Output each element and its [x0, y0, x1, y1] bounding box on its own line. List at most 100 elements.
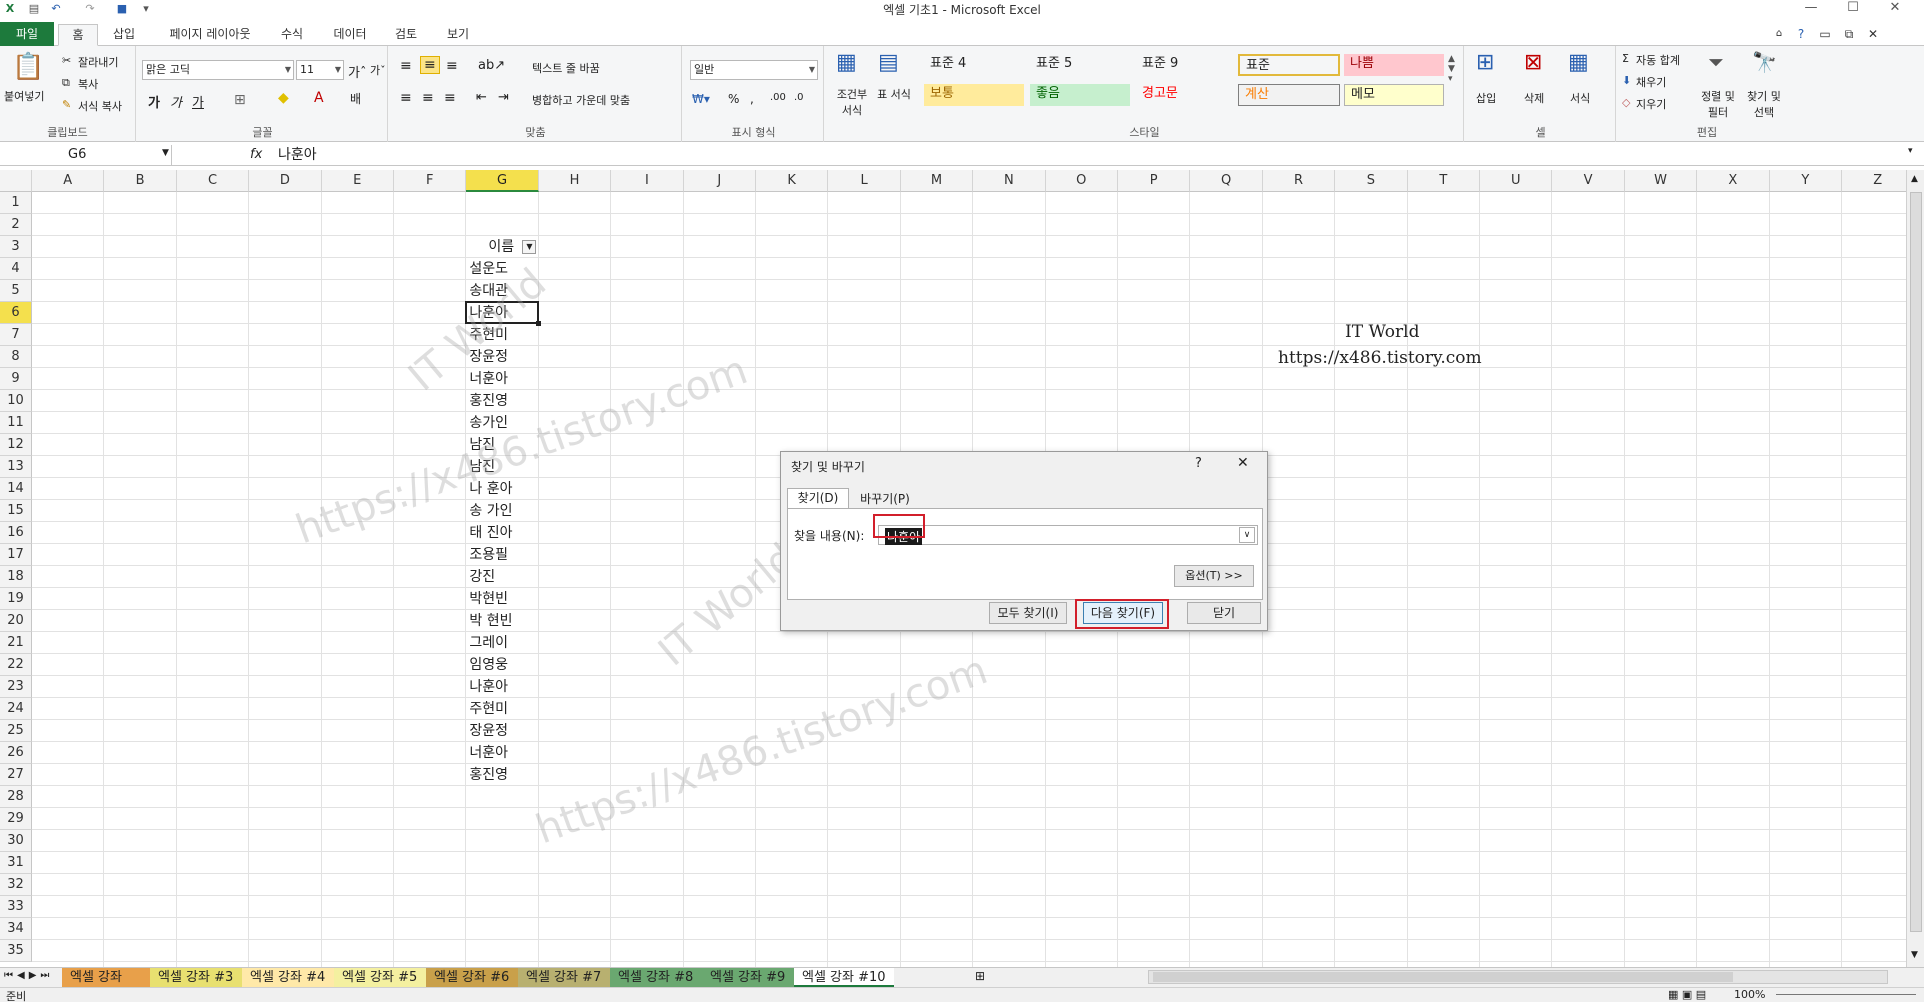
- decrease-indent-icon[interactable]: ⇤: [476, 90, 487, 105]
- column-header-j[interactable]: J: [683, 170, 756, 192]
- sheet-tab[interactable]: 엑셀 강좌 #3: [150, 968, 242, 987]
- fill-icon[interactable]: ⬇: [1622, 74, 1631, 87]
- find-select-icon[interactable]: 🔭: [1752, 50, 1777, 74]
- bold-button[interactable]: 가: [148, 92, 160, 111]
- row-header-11[interactable]: 11: [0, 412, 32, 434]
- cell-name[interactable]: 조용필: [466, 544, 538, 566]
- row-header-8[interactable]: 8: [0, 346, 32, 368]
- increase-indent-icon[interactable]: ⇥: [498, 90, 509, 105]
- styles-scroll-icon[interactable]: ▲ ▼ ▾: [1448, 54, 1455, 84]
- column-header-r[interactable]: R: [1262, 170, 1336, 192]
- column-header-k[interactable]: K: [756, 170, 829, 192]
- autosum-button[interactable]: 자동 합계: [1636, 52, 1680, 68]
- column-header-d[interactable]: D: [249, 170, 322, 192]
- doc-restore-icon[interactable]: ⧉: [1840, 24, 1858, 46]
- row-header-31[interactable]: 31: [0, 852, 32, 874]
- column-header-h[interactable]: H: [538, 170, 612, 192]
- number-format-combo[interactable]: 일반 ▼: [690, 60, 818, 80]
- wrap-text-button[interactable]: 텍스트 줄 바꿈: [532, 60, 600, 76]
- chevron-down-icon[interactable]: ▼: [162, 148, 169, 158]
- row-header-25[interactable]: 25: [0, 720, 32, 742]
- tab-review[interactable]: 검토: [388, 24, 424, 46]
- cell-name[interactable]: 임영웅: [466, 654, 538, 676]
- ribbon-collapse-icon[interactable]: ⌂: [1770, 24, 1788, 46]
- clear-icon[interactable]: ◇: [1622, 96, 1630, 109]
- sheet-nav-icon[interactable]: ⏮◀▶⏭: [4, 970, 53, 981]
- row-header-34[interactable]: 34: [0, 918, 32, 940]
- sheet-tab[interactable]: 엑셀 강좌 #6: [426, 968, 518, 987]
- insert-cells-icon[interactable]: ⊞: [1476, 50, 1494, 75]
- row-header-14[interactable]: 14: [0, 478, 32, 500]
- font-name-combo[interactable]: 맑은 고딕 ▼: [142, 60, 294, 80]
- copy-icon[interactable]: ⧉: [62, 76, 70, 90]
- cell-name[interactable]: 나훈아: [466, 676, 538, 698]
- paste-button[interactable]: 붙여넣기: [4, 88, 44, 104]
- cell-name[interactable]: 주현미: [466, 698, 538, 720]
- horizontal-scroll-thumb[interactable]: [1153, 972, 1733, 982]
- find-all-button[interactable]: 모두 찾기(I): [989, 602, 1067, 624]
- find-next-button[interactable]: 다음 찾기(F): [1083, 602, 1163, 624]
- shrink-font-icon[interactable]: 가ˇ: [370, 62, 386, 78]
- font-size-combo[interactable]: 11 ▼: [296, 60, 344, 80]
- row-header-19[interactable]: 19: [0, 588, 32, 610]
- row-header-20[interactable]: 20: [0, 610, 32, 632]
- autosum-icon[interactable]: Σ: [1622, 52, 1629, 65]
- minimize-icon[interactable]: —: [1796, 0, 1826, 18]
- cell-name[interactable]: 박 현빈: [466, 610, 538, 632]
- expand-formula-icon[interactable]: ▾: [1908, 146, 1913, 156]
- sheet-tab[interactable]: 엑셀 강좌 #4: [242, 968, 334, 987]
- row-header-21[interactable]: 21: [0, 632, 32, 654]
- column-header-z[interactable]: Z: [1842, 170, 1906, 192]
- align-middle-icon[interactable]: ≡: [420, 56, 440, 74]
- row-header-29[interactable]: 29: [0, 808, 32, 830]
- function-icon[interactable]: fx: [250, 145, 262, 165]
- sheet-tab[interactable]: 엑셀 강좌 #5: [334, 968, 426, 987]
- clear-button[interactable]: 지우기: [1636, 96, 1666, 112]
- row-header-15[interactable]: 15: [0, 500, 32, 522]
- style-cell[interactable]: 표준 4: [924, 54, 1024, 76]
- format-painter-button[interactable]: 서식 복사: [78, 98, 122, 114]
- tab-insert[interactable]: 삽입: [106, 24, 142, 46]
- find-select-button[interactable]: 찾기 및 선택: [1742, 88, 1786, 120]
- sheet-tab[interactable]: 엑셀 강좌 #9: [702, 968, 794, 987]
- currency-icon[interactable]: ₩▾: [692, 92, 710, 106]
- align-left-icon[interactable]: ≡: [400, 90, 412, 106]
- style-cell[interactable]: 표준 5: [1030, 54, 1130, 76]
- column-header-f[interactable]: F: [394, 170, 467, 192]
- align-right-icon[interactable]: ≡: [444, 90, 456, 106]
- align-center-icon[interactable]: ≡: [422, 90, 434, 106]
- row-header-28[interactable]: 28: [0, 786, 32, 808]
- row-header-27[interactable]: 27: [0, 764, 32, 786]
- row-header-12[interactable]: 12: [0, 434, 32, 456]
- style-cell[interactable]: 나쁨: [1344, 54, 1444, 76]
- column-header-m[interactable]: M: [900, 170, 974, 192]
- cut-icon[interactable]: ✂: [62, 54, 71, 67]
- tab-replace[interactable]: 바꾸기(P): [851, 490, 919, 508]
- border-icon[interactable]: ⊞: [234, 92, 246, 108]
- vertical-scroll-thumb[interactable]: [1910, 192, 1922, 932]
- cell-name[interactable]: 홍진영: [466, 764, 538, 786]
- tab-find[interactable]: 찾기(D): [787, 488, 849, 508]
- row-header-1[interactable]: 1: [0, 192, 32, 214]
- cell-name[interactable]: 박현빈: [466, 588, 538, 610]
- sort-filter-button[interactable]: 정렬 및 필터: [1698, 88, 1738, 120]
- insert-cells-button[interactable]: 삽입: [1476, 90, 1496, 106]
- align-top-icon[interactable]: ≡: [400, 58, 412, 74]
- orientation-icon[interactable]: ab↗: [478, 58, 505, 73]
- row-header-16[interactable]: 16: [0, 522, 32, 544]
- select-all-corner[interactable]: [0, 170, 32, 192]
- tab-file[interactable]: 파일: [0, 22, 54, 46]
- column-header-t[interactable]: T: [1407, 170, 1480, 192]
- row-header-6[interactable]: 6: [0, 302, 32, 324]
- view-buttons[interactable]: ▦ ▣ ▤: [1668, 988, 1706, 1001]
- format-cells-icon[interactable]: ▦: [1568, 50, 1589, 75]
- column-header-s[interactable]: S: [1335, 170, 1408, 192]
- sheet-tab[interactable]: 엑셀 강좌 #10: [794, 968, 894, 987]
- percent-icon[interactable]: %: [728, 92, 739, 106]
- cell-name[interactable]: 너훈아: [466, 368, 538, 390]
- style-cell[interactable]: 메모: [1344, 84, 1444, 106]
- table-format-icon[interactable]: ▤: [878, 50, 899, 75]
- sheet-tab[interactable]: 엑셀 강좌 #2: [62, 968, 150, 1004]
- close-icon[interactable]: ✕: [1880, 0, 1910, 18]
- doc-minimize-icon[interactable]: ▭: [1816, 24, 1834, 46]
